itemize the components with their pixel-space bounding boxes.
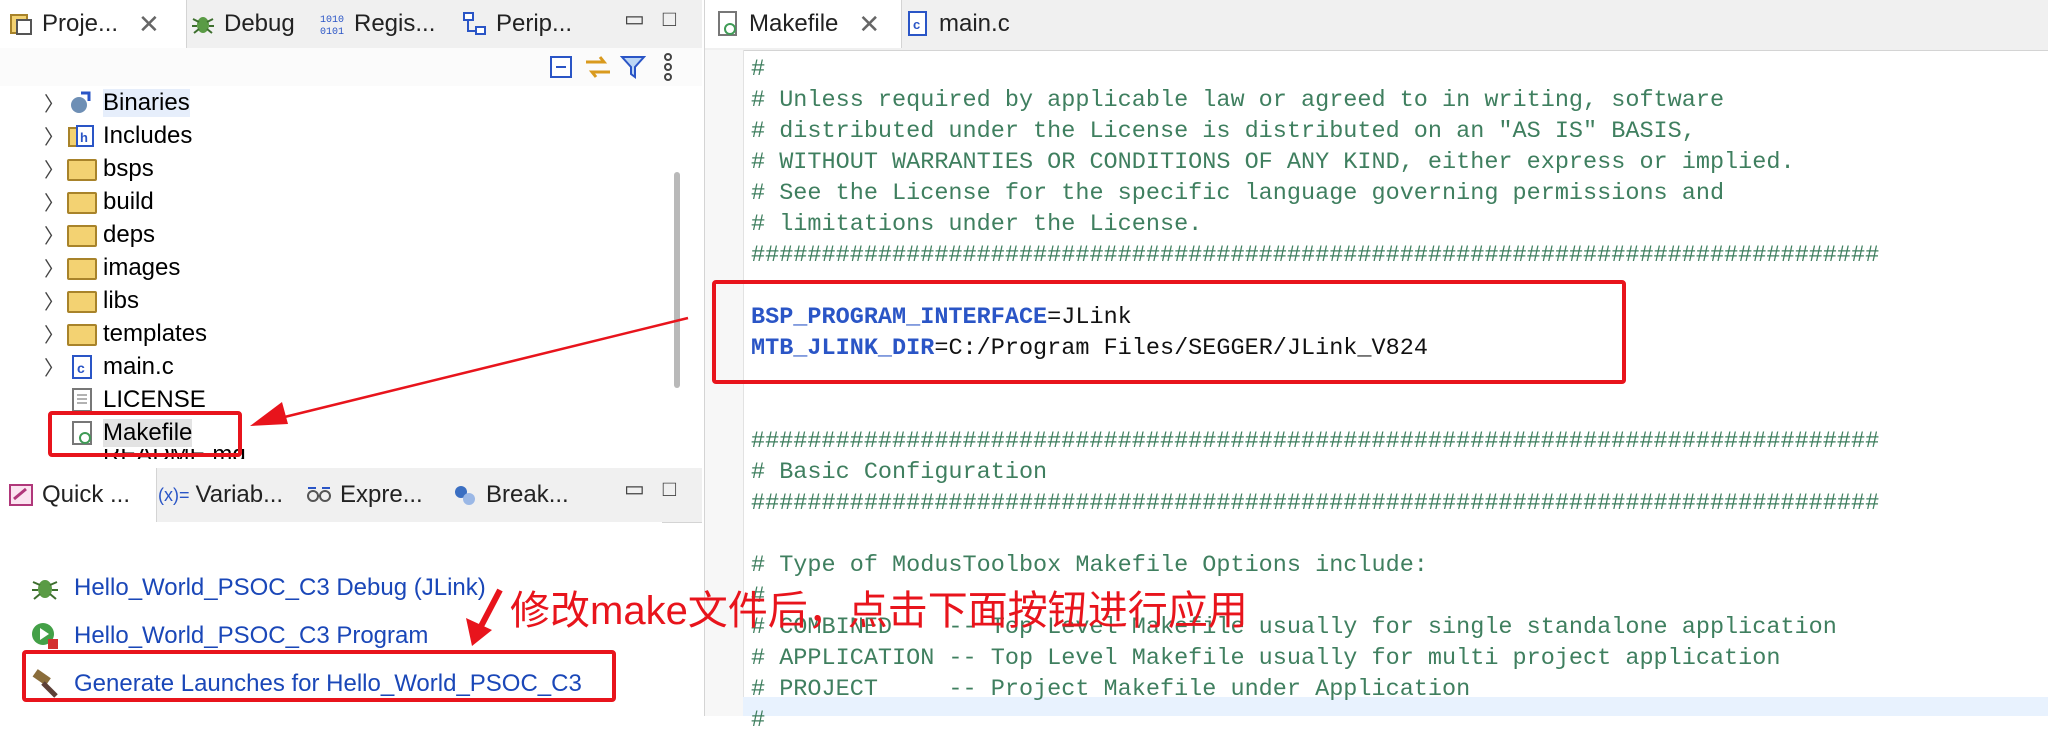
annotation-text: 修改make文件后，点击下面按钮进行应用 (510, 589, 1248, 633)
arrow-head-generate (466, 618, 492, 646)
arrow-head-makefile (250, 402, 288, 426)
arrow-line-makefile (255, 316, 689, 426)
